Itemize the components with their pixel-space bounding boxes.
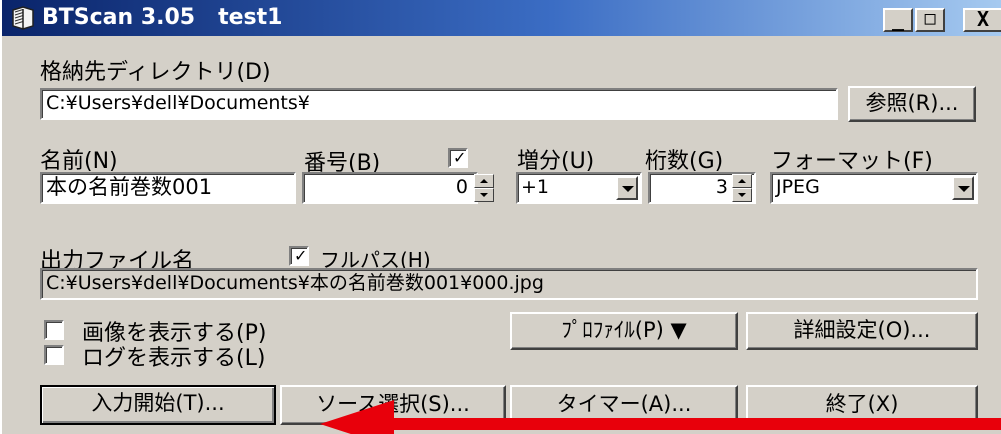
- btscan-window: BTScan 3.05 test1 _ □ X 格納先ディレクトリ(D) C:¥…: [0, 0, 1001, 434]
- red-arrow-annotation-icon: [320, 400, 1001, 434]
